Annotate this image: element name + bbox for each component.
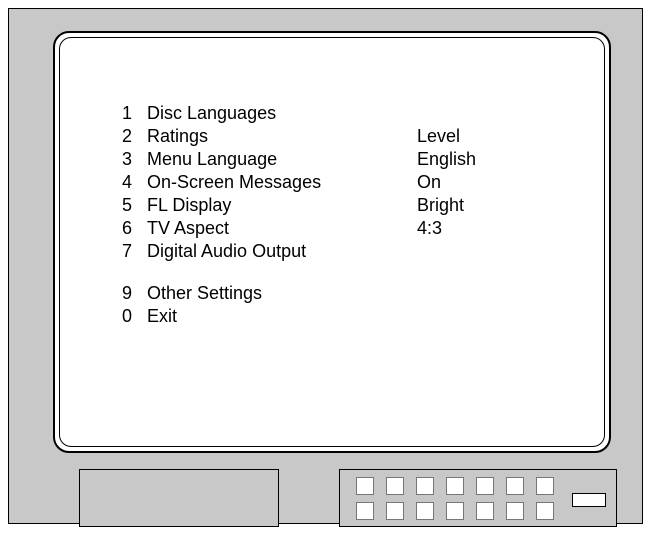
control-button[interactable] — [416, 477, 434, 495]
tv-cabinet: 1 Disc Languages 2 Ratings Level 3 Menu … — [8, 8, 643, 527]
menu-item-number: 0 — [122, 306, 133, 326]
menu-item-label: TV Aspect — [147, 218, 230, 238]
menu-item-label: Other Settings — [147, 283, 263, 303]
menu-item-value — [417, 305, 517, 328]
menu-item-label: Exit — [147, 306, 178, 326]
control-button[interactable] — [476, 502, 494, 520]
menu-item-exit[interactable]: 0 Exit — [122, 305, 517, 328]
menu-item-value — [417, 102, 517, 125]
menu-item-menu-language[interactable]: 3 Menu Language English — [122, 148, 517, 171]
menu-item-on-screen-messages[interactable]: 4 On-Screen Messages On — [122, 171, 517, 194]
control-button[interactable] — [506, 477, 524, 495]
menu-item-other-settings[interactable]: 9 Other Settings — [122, 282, 517, 305]
menu-item-label: Digital Audio Output — [147, 241, 307, 261]
menu-item-label: Disc Languages — [147, 103, 277, 123]
menu-item-disc-languages[interactable]: 1 Disc Languages — [122, 102, 517, 125]
menu-item-number: 5 — [122, 195, 133, 215]
setup-menu: 1 Disc Languages 2 Ratings Level 3 Menu … — [122, 102, 517, 328]
control-button[interactable] — [536, 502, 554, 520]
menu-item-label: FL Display — [147, 195, 232, 215]
menu-item-number: 4 — [122, 172, 133, 192]
menu-item-tv-aspect[interactable]: 6 TV Aspect 4:3 — [122, 217, 517, 240]
control-button[interactable] — [446, 502, 464, 520]
menu-item-number: 7 — [122, 241, 133, 261]
menu-item-label: Ratings — [147, 126, 209, 146]
control-button[interactable] — [356, 502, 374, 520]
menu-item-value: On — [417, 172, 442, 192]
menu-spacer — [122, 263, 517, 282]
control-button[interactable] — [416, 502, 434, 520]
control-button[interactable] — [536, 477, 554, 495]
menu-item-label: Menu Language — [147, 149, 278, 169]
disc-tray-panel — [79, 469, 279, 527]
menu-item-number: 2 — [122, 126, 133, 146]
control-button[interactable] — [386, 477, 404, 495]
menu-item-digital-audio-output[interactable]: 7 Digital Audio Output — [122, 240, 517, 263]
menu-item-number: 9 — [122, 283, 133, 303]
menu-item-label: On-Screen Messages — [147, 172, 322, 192]
menu-item-fl-display[interactable]: 5 FL Display Bright — [122, 194, 517, 217]
menu-item-value — [417, 282, 517, 305]
menu-item-value: Level — [417, 126, 461, 146]
control-button[interactable] — [356, 477, 374, 495]
menu-item-number: 1 — [122, 103, 133, 123]
control-button[interactable] — [506, 502, 524, 520]
menu-item-value: English — [417, 149, 477, 169]
control-button[interactable] — [476, 477, 494, 495]
menu-item-number: 6 — [122, 218, 133, 238]
menu-item-number: 3 — [122, 149, 133, 169]
screen-bezel: 1 Disc Languages 2 Ratings Level 3 Menu … — [53, 31, 611, 453]
menu-item-value: Bright — [417, 195, 465, 215]
control-panel — [339, 469, 617, 527]
menu-item-value — [417, 240, 517, 263]
control-button[interactable] — [386, 502, 404, 520]
tv-screen: 1 Disc Languages 2 Ratings Level 3 Menu … — [59, 37, 605, 447]
menu-item-ratings[interactable]: 2 Ratings Level — [122, 125, 517, 148]
menu-item-value: 4:3 — [417, 218, 443, 238]
power-button[interactable] — [572, 493, 606, 507]
control-button[interactable] — [446, 477, 464, 495]
